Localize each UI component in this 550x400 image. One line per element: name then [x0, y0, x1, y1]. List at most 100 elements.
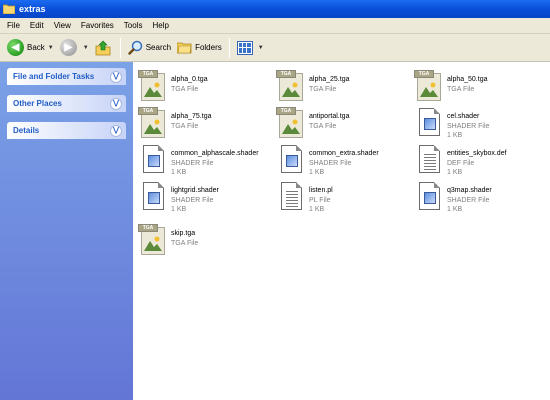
file-item[interactable]: TGA skip.tga TGA File	[138, 224, 273, 264]
file-size: 1 KB	[309, 169, 325, 176]
file-name: lightgrid.shader	[171, 187, 219, 194]
file-item[interactable]: entities_skybox.def DEF File 1 KB	[414, 144, 549, 184]
file-name: common_alphascale.shader	[171, 150, 259, 157]
views-dropdown-icon[interactable]: ▼	[258, 45, 264, 51]
shader-file-icon	[138, 181, 166, 215]
folders-icon	[176, 41, 192, 54]
views-button[interactable]: ▼	[234, 36, 267, 60]
file-name: common_extra.shader	[309, 150, 379, 157]
file-type: DEF File	[447, 159, 475, 167]
text-file-icon	[276, 181, 304, 215]
menu-favorites[interactable]: Favorites	[76, 18, 119, 34]
file-name: skip.tga	[171, 230, 196, 237]
file-type: PL File	[309, 196, 331, 204]
tga-icon: TGA	[276, 70, 304, 104]
file-type: SHADER File	[171, 196, 214, 204]
chevron-down-icon[interactable]: ⋁	[110, 70, 122, 83]
file-name: q3map.shader	[447, 187, 492, 194]
back-label: Back	[27, 43, 45, 52]
menu-tools[interactable]: Tools	[119, 18, 148, 34]
file-type: TGA File	[309, 85, 337, 93]
panel-title: Other Places	[13, 99, 62, 108]
menu-file[interactable]: File	[2, 18, 25, 34]
shader-file-icon	[138, 144, 166, 178]
chevron-down-icon[interactable]: ⋁	[110, 97, 122, 110]
up-button[interactable]	[92, 36, 116, 60]
file-size: 1 KB	[171, 206, 187, 213]
file-item[interactable]: common_alphascale.shader SHADER File 1 K…	[138, 144, 273, 184]
back-button[interactable]: ◀ Back ▼	[4, 36, 57, 60]
file-list: TGA alpha_0.tga TGA File TGA alpha_25.tg…	[133, 62, 550, 400]
file-name: listen.pl	[309, 187, 333, 194]
search-icon	[128, 40, 143, 55]
menu-edit[interactable]: Edit	[25, 18, 49, 34]
menu-bar: File Edit View Favorites Tools Help	[0, 18, 550, 34]
forward-dropdown-icon[interactable]: ▼	[83, 45, 89, 51]
file-size: 1 KB	[171, 169, 187, 176]
text-file-icon	[414, 144, 442, 178]
file-name: entities_skybox.def	[447, 150, 507, 157]
file-item[interactable]: TGA alpha_50.tga TGA File	[414, 70, 549, 110]
file-size: 1 KB	[447, 206, 463, 213]
file-name: cel.shader	[447, 113, 480, 120]
panel-title: File and Folder Tasks	[13, 72, 95, 81]
folder-icon	[2, 4, 16, 15]
folders-label: Folders	[195, 43, 222, 52]
panel-title: Details	[13, 126, 40, 135]
file-item[interactable]: lightgrid.shader SHADER File 1 KB	[138, 181, 273, 221]
file-size: 1 KB	[447, 169, 463, 176]
task-pane: File and Folder Tasks ⋁ Other Places ⋁ D…	[0, 62, 133, 400]
toolbar-separator	[228, 37, 230, 58]
file-item[interactable]: cel.shader SHADER File 1 KB	[414, 107, 549, 147]
tga-icon: TGA	[138, 70, 166, 104]
menu-help[interactable]: Help	[147, 18, 173, 34]
title-bar: extras	[0, 0, 550, 18]
folders-button[interactable]: Folders	[174, 36, 225, 60]
chevron-down-icon[interactable]: ⋁	[110, 124, 122, 137]
file-item[interactable]: TGA alpha_75.tga TGA File	[138, 107, 273, 147]
tga-icon: TGA	[414, 70, 442, 104]
file-item[interactable]: q3map.shader SHADER File 1 KB	[414, 181, 549, 221]
file-type: TGA File	[171, 239, 199, 247]
file-type: SHADER File	[447, 122, 490, 130]
tga-icon: TGA	[276, 107, 304, 141]
forward-button[interactable]: ▶ ▼	[57, 36, 92, 60]
file-item[interactable]: TGA antiportal.tga TGA File	[276, 107, 411, 147]
file-type: TGA File	[171, 85, 199, 93]
shader-file-icon	[276, 144, 304, 178]
file-item[interactable]: listen.pl PL File 1 KB	[276, 181, 411, 221]
file-name: alpha_0.tga	[171, 76, 208, 83]
file-name: alpha_75.tga	[171, 113, 212, 120]
toolbar-separator	[119, 37, 121, 58]
tga-icon: TGA	[138, 107, 166, 141]
file-name: alpha_25.tga	[309, 76, 350, 83]
views-icon	[236, 40, 253, 55]
file-item[interactable]: TGA alpha_0.tga TGA File	[138, 70, 273, 110]
panel-other-places[interactable]: Other Places ⋁	[7, 95, 126, 112]
file-name: alpha_50.tga	[447, 76, 488, 83]
panel-file-and-folder-tasks[interactable]: File and Folder Tasks ⋁	[7, 68, 126, 85]
search-label: Search	[145, 43, 172, 52]
file-type: TGA File	[447, 85, 475, 93]
file-type: SHADER File	[309, 159, 352, 167]
file-type: TGA File	[171, 122, 199, 130]
file-item[interactable]: TGA alpha_25.tga TGA File	[276, 70, 411, 110]
file-size: 1 KB	[309, 206, 325, 213]
file-type: TGA File	[309, 122, 337, 130]
menu-view[interactable]: View	[49, 18, 76, 34]
shader-file-icon	[414, 107, 442, 141]
panel-details[interactable]: Details ⋁	[7, 122, 126, 139]
file-type: SHADER File	[171, 159, 214, 167]
shader-file-icon	[414, 181, 442, 215]
window-title: extras	[19, 4, 46, 14]
file-size: 1 KB	[447, 132, 463, 139]
folder-up-icon	[95, 40, 111, 56]
file-type: SHADER File	[447, 196, 490, 204]
back-arrow-icon: ◀	[7, 39, 24, 56]
back-dropdown-icon[interactable]: ▼	[48, 45, 54, 51]
forward-arrow-icon: ▶	[59, 39, 77, 56]
file-item[interactable]: common_extra.shader SHADER File 1 KB	[276, 144, 411, 184]
tga-icon: TGA	[138, 224, 166, 258]
toolbar: ◀ Back ▼ ▶ ▼ Search Folders ▼	[0, 34, 550, 62]
search-button[interactable]: Search	[125, 36, 174, 60]
